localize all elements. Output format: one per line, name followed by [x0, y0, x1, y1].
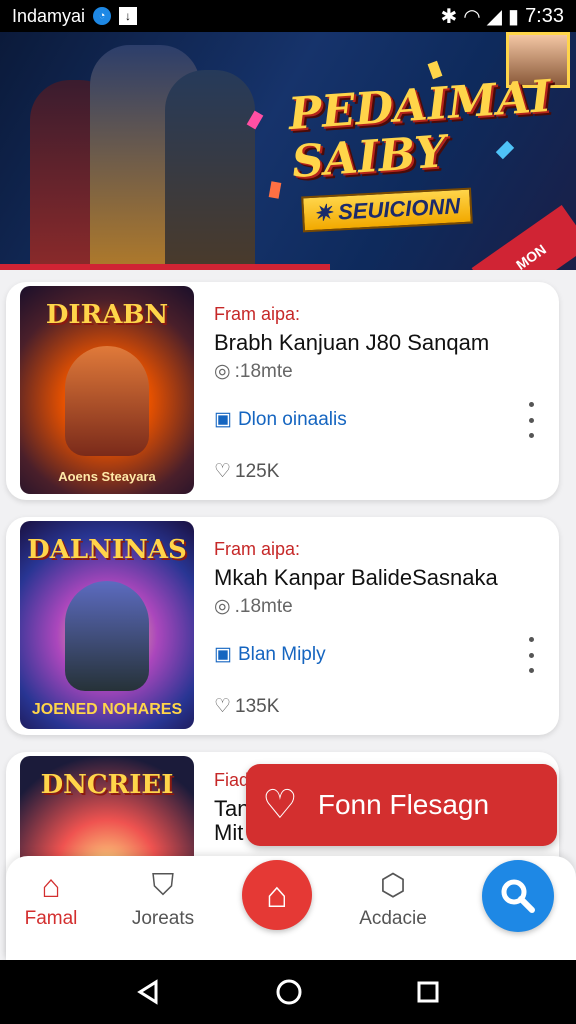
warrior-character	[65, 581, 149, 691]
card-link-text: Blan Miply	[237, 643, 326, 665]
card-title[interactable]: Mkah Kanpar BalideSasnaka	[214, 565, 498, 591]
banner-title: PEDAIMAI SAIBY	[286, 70, 553, 188]
thumbnail-title: DIRABN	[45, 300, 169, 330]
download-icon: ↓	[119, 7, 138, 25]
gear-icon: ✷	[313, 199, 333, 226]
heart-icon: ♡	[214, 696, 232, 717]
promo-button[interactable]: ♡ Fonn Flesagn	[246, 764, 557, 846]
fox-character	[65, 346, 149, 456]
house-icon: ⌂	[41, 868, 61, 904]
thumbnail-title: DNCRIEI	[40, 770, 174, 800]
nav-item-library[interactable]: ⛉ Joreats	[118, 870, 208, 930]
recents-icon[interactable]	[416, 980, 440, 1004]
bluetooth-icon: ✱	[440, 5, 458, 28]
status-bar: Indamyai ◔ ↓ ✱ ◠ ◢ ▮ 7:33	[0, 0, 576, 32]
signal-icon: ◢	[486, 5, 503, 28]
card-likes-count: 135K	[235, 695, 280, 717]
nav-item-home[interactable]: ⌂ Famal	[6, 870, 96, 930]
box-icon: ⬡	[379, 869, 407, 902]
card-meta-text: :18mte	[234, 360, 293, 382]
confetti	[427, 60, 443, 80]
banner-subtitle-text: SEUICIONN	[337, 193, 461, 225]
card-meta: ◎ .18mte	[214, 595, 293, 618]
card-category: Fram aipa:	[214, 539, 301, 559]
card-meta-text: .18mte	[234, 595, 293, 617]
game-thumbnail: DIRABN Aoens Steayara	[20, 286, 194, 494]
card-category: Fiad	[214, 770, 250, 790]
system-navigation-bar	[0, 960, 576, 1024]
location-icon: ◎	[214, 361, 231, 382]
card-title[interactable]: Brabh Kanjuan J80 Sanqam	[214, 330, 489, 356]
search-icon	[501, 879, 535, 913]
confetti	[268, 181, 282, 199]
card-title[interactable]: Tan	[214, 796, 249, 822]
thumbnail-caption: JOENED NOHARES	[31, 701, 183, 718]
card-link[interactable]: ▣ Blan Miply	[214, 643, 326, 666]
hero-banner[interactable]: PEDAIMAI SAIBY ✷ SEUICIONN MON	[0, 32, 576, 270]
card-likes[interactable]: ♡ 135K	[214, 695, 279, 718]
game-thumbnail: DALNINAS JOENED NOHARES	[20, 521, 194, 729]
notification-icon: ◔	[93, 7, 112, 25]
card-meta: ◎ :18mte	[214, 360, 293, 383]
card-likes[interactable]: ♡ 125K	[214, 460, 279, 483]
heart-icon: ♡	[214, 461, 232, 482]
banner-subtitle: ✷ SEUICIONN	[301, 187, 473, 233]
nav-label: Acdacie	[359, 908, 427, 929]
status-time: 7:33	[525, 4, 564, 27]
clipboard-icon: ▣	[214, 409, 232, 430]
bottom-navigation: ⌂ Famal ⛉ Joreats ⌂ ⬡ Acdacie	[6, 856, 576, 960]
back-icon[interactable]	[136, 979, 162, 1005]
heart-check-icon: ♡	[262, 783, 298, 827]
nav-label: Famal	[24, 908, 78, 929]
more-options-button[interactable]	[525, 637, 537, 673]
location-icon: ◎	[214, 596, 231, 617]
banner-tag: MON	[471, 204, 576, 270]
clipboard-icon: ▣	[214, 644, 232, 665]
status-app-name: Indamyai	[12, 5, 86, 26]
card-likes-count: 125K	[235, 460, 280, 482]
home-icon: ⌂	[266, 874, 288, 915]
home-fab-button[interactable]: ⌂	[242, 860, 312, 930]
promo-label: Fonn Flesagn	[317, 789, 490, 820]
search-button[interactable]	[482, 860, 554, 932]
nav-label: Joreats	[131, 908, 195, 929]
card-category: Fram aipa:	[214, 304, 301, 324]
card-meta: Mit	[214, 820, 244, 845]
home-circle-icon[interactable]	[275, 978, 303, 1006]
bag-icon: ⛉	[151, 869, 175, 902]
hero-character-3	[165, 70, 255, 270]
card-link[interactable]: ▣ Dlon oinaalis	[214, 408, 347, 431]
list-item[interactable]: DIRABN Aoens Steayara Fram aipa: Brabh K…	[6, 282, 559, 500]
thumbnail-title: DALNINAS	[27, 535, 187, 565]
wifi-icon: ◠	[463, 5, 481, 28]
nav-item-archive[interactable]: ⬡ Acdacie	[348, 870, 438, 930]
list-item[interactable]: DALNINAS JOENED NOHARES Fram aipa: Mkah …	[6, 517, 559, 735]
battery-icon: ▮	[508, 5, 520, 28]
card-link-text: Dlon oinaalis	[237, 408, 347, 430]
thumbnail-caption: Aoens Steayara	[58, 469, 156, 484]
more-options-button[interactable]	[525, 402, 537, 438]
banner-underline	[0, 264, 330, 270]
